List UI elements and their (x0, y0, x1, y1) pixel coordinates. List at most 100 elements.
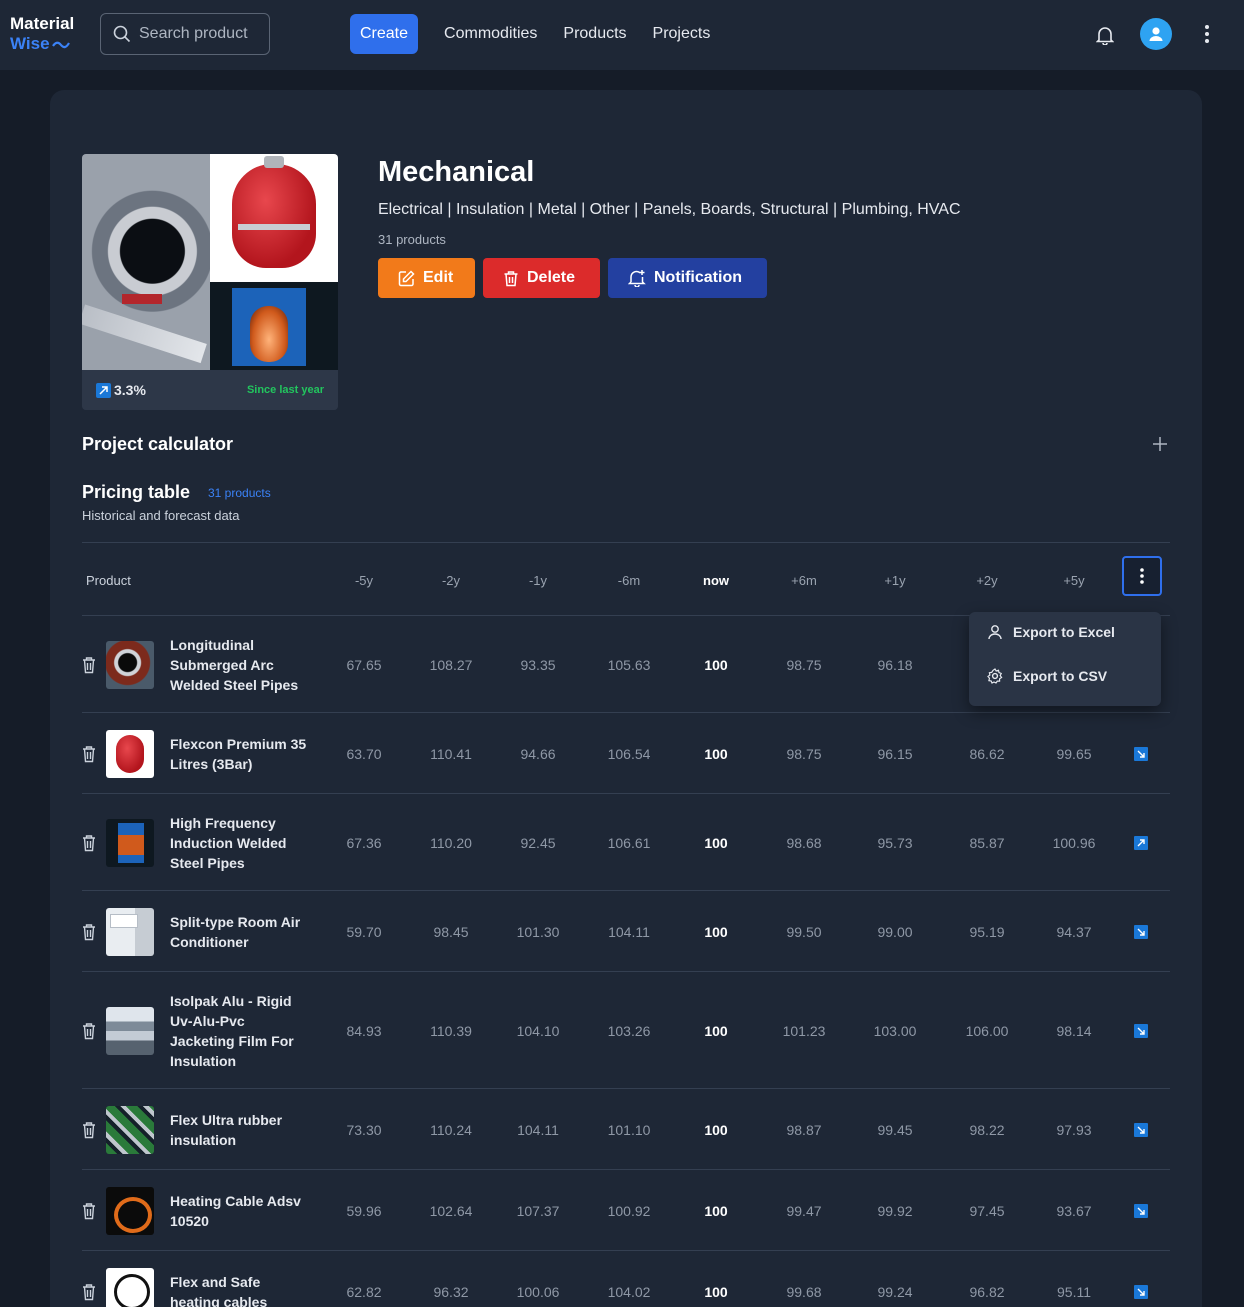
price-cell: 104.10 (516, 1022, 560, 1039)
product-thumbnail[interactable] (106, 907, 154, 956)
export-csv-item[interactable]: Export to CSV (987, 668, 1107, 684)
price-cell: 104.11 (608, 923, 650, 940)
price-cell: 100 (704, 656, 728, 673)
table-row[interactable]: Flexcon Premium 35 Litres (3Bar) 63.70 110… (82, 713, 1170, 794)
app-logo[interactable]: Material Wise (10, 14, 74, 54)
price-cell: 100 (704, 1202, 728, 1219)
price-cell: 95.73 (877, 834, 913, 851)
column-header-product[interactable]: Product (86, 573, 131, 588)
trash-icon[interactable] (82, 923, 96, 946)
table-row[interactable]: Flex Ultra rubber insulation 73.30 110.24 1… (82, 1089, 1170, 1170)
product-name[interactable]: Longitudinal Submerged Arc Welded Steel … (170, 635, 310, 695)
price-cell: 59.70 (346, 923, 382, 940)
notification-label: Notification (654, 269, 742, 286)
edit-label: Edit (423, 269, 454, 286)
nav-products[interactable]: Products (563, 25, 626, 43)
product-name[interactable]: Flexcon Premium 35 Litres (3Bar) (170, 734, 310, 774)
user-avatar[interactable] (1140, 18, 1172, 50)
price-cell: 96.82 (969, 1283, 1005, 1300)
product-name[interactable]: Flex Ultra rubber insulation (170, 1110, 310, 1150)
column-header-plus6m[interactable]: +6m (791, 573, 817, 588)
column-header-plus2y[interactable]: +2y (976, 573, 997, 588)
edit-button[interactable]: Edit (378, 258, 475, 298)
notification-button[interactable]: Notification (608, 258, 767, 298)
product-name[interactable]: Flex and Safe heating cables (170, 1272, 310, 1307)
user-avatar-icon (1149, 27, 1163, 41)
column-header-plus1y[interactable]: +1y (884, 573, 905, 588)
table-row[interactable]: Split-type Room Air Conditioner 59.70 98.4… (82, 891, 1170, 972)
delete-button[interactable]: Delete (483, 258, 600, 298)
export-excel-label: Export to Excel (1013, 624, 1115, 640)
price-cell: 108.27 (429, 656, 473, 673)
table-options-button[interactable] (1122, 556, 1162, 596)
column-header-minus6m[interactable]: -6m (618, 573, 640, 588)
product-name[interactable]: Isolpak Alu - Rigid Uv-Alu-Pvc Jacketing… (170, 991, 310, 1071)
edit-icon (398, 269, 415, 286)
price-cell: 106.00 (965, 1022, 1009, 1039)
product-thumbnail[interactable] (106, 1006, 154, 1055)
export-menu: Export to Excel Export to CSV (969, 612, 1161, 706)
create-button[interactable]: Create (350, 14, 419, 54)
nav-projects[interactable]: Projects (653, 25, 711, 43)
product-name[interactable]: Heating Cable Adsv 10520 (170, 1191, 310, 1231)
more-vertical-icon (1140, 568, 1144, 584)
price-cell: 98.14 (1056, 1022, 1092, 1039)
induction-welding-image (210, 282, 338, 370)
search-box[interactable] (100, 13, 270, 55)
product-thumbnail[interactable] (106, 640, 154, 689)
product-thumbnail[interactable] (106, 1105, 154, 1154)
table-row[interactable]: Flex and Safe heating cables 62.82 96.32 10… (82, 1251, 1170, 1307)
expansion-tank-image (210, 154, 338, 282)
more-vertical-icon[interactable] (1200, 24, 1214, 44)
price-cell: 93.35 (520, 656, 556, 673)
trash-icon[interactable] (82, 656, 96, 679)
search-input[interactable] (139, 25, 264, 43)
trend-up-icon (96, 382, 111, 398)
table-row[interactable]: High Frequency Induction Welded Steel Pi… (82, 794, 1170, 891)
trend-down-icon (1134, 1203, 1148, 1218)
project-calculator-title: Project calculator (82, 434, 234, 454)
column-header-plus5y[interactable]: +5y (1063, 573, 1084, 588)
product-thumbnail[interactable] (106, 1186, 154, 1235)
trash-icon[interactable] (82, 1283, 96, 1306)
price-cell: 94.66 (520, 745, 556, 762)
nav-commodities[interactable]: Commodities (444, 25, 537, 43)
price-cell: 101.23 (782, 1022, 826, 1039)
product-thumbnail[interactable] (106, 818, 154, 867)
export-excel-item[interactable]: Export to Excel (987, 624, 1115, 640)
top-bar: Material Wise Create Commodities Product… (0, 0, 1244, 70)
trash-icon[interactable] (82, 1121, 96, 1144)
price-cell: 100 (704, 1121, 728, 1138)
price-cell: 101.10 (607, 1121, 651, 1138)
product-name[interactable]: High Frequency Induction Welded Steel Pi… (170, 813, 310, 873)
price-cell: 67.36 (346, 834, 382, 851)
trend-down-icon (1134, 1284, 1148, 1299)
price-cell: 107.37 (516, 1202, 560, 1219)
plus-icon[interactable] (1153, 437, 1167, 451)
main-nav: Create Commodities Products Projects (350, 14, 710, 54)
price-cell: 98.22 (969, 1121, 1005, 1138)
trash-icon[interactable] (82, 1022, 96, 1045)
trash-icon[interactable] (82, 1202, 96, 1225)
table-row[interactable]: Isolpak Alu - Rigid Uv-Alu-Pvc Jacketing… (82, 972, 1170, 1089)
trash-icon[interactable] (82, 745, 96, 768)
column-header-minus2y[interactable]: -2y (442, 573, 460, 588)
product-name[interactable]: Split-type Room Air Conditioner (170, 912, 310, 952)
category-image-collage: 3.3% Since last year (82, 154, 338, 410)
trash-icon[interactable] (82, 834, 96, 857)
trend-stat: 3.3% Since last year (82, 370, 338, 410)
trend-value: 3.3% (114, 382, 146, 398)
price-cell: 101.30 (516, 923, 560, 940)
wave-icon (51, 41, 70, 48)
gear-icon (987, 668, 1003, 684)
column-header-now[interactable]: now (703, 573, 729, 588)
pricing-table-title: Pricing table (82, 482, 191, 502)
product-thumbnail[interactable] (106, 729, 154, 778)
product-thumbnail[interactable] (106, 1267, 154, 1307)
table-row[interactable]: Heating Cable Adsv 10520 59.96 102.64 107.3… (82, 1170, 1170, 1251)
column-header-minus5y[interactable]: -5y (355, 573, 373, 588)
bell-icon[interactable] (1096, 25, 1114, 45)
logo-line1: Material (10, 14, 75, 33)
pricing-table-count[interactable]: 31 products (208, 486, 271, 500)
column-header-minus1y[interactable]: -1y (529, 573, 547, 588)
